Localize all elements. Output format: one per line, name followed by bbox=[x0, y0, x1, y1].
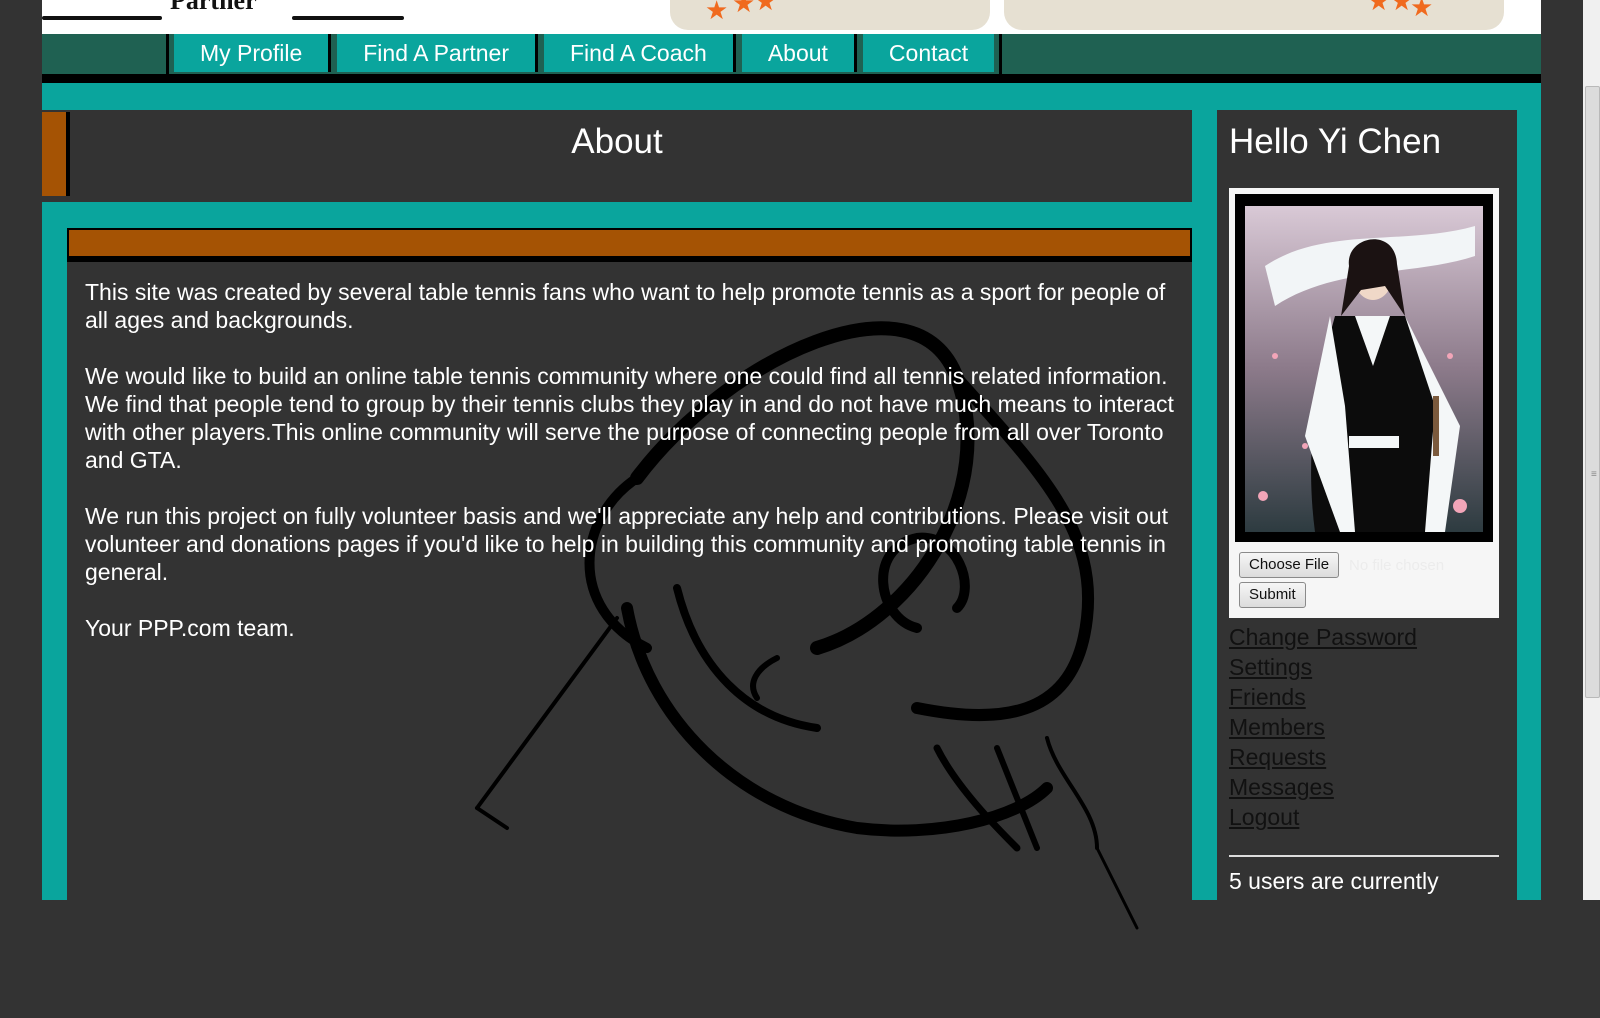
star-icon: ★ bbox=[732, 0, 756, 18]
site-logo-text: Partner bbox=[170, 0, 257, 15]
logout-link[interactable]: Logout bbox=[1229, 802, 1417, 832]
logo-underline-right bbox=[292, 16, 404, 20]
star-icon: ★ bbox=[754, 0, 778, 16]
nav-about[interactable]: About bbox=[741, 34, 857, 72]
avatar bbox=[1245, 206, 1483, 532]
nav-find-a-partner[interactable]: Find A Partner bbox=[337, 34, 538, 72]
requests-link[interactable]: Requests bbox=[1229, 742, 1417, 772]
about-paragraph-1: This site was created by several table t… bbox=[85, 279, 1166, 333]
about-signoff: Your PPP.com team. bbox=[85, 615, 295, 641]
nav-contact[interactable]: Contact bbox=[862, 34, 995, 72]
user-greeting: Hello Yi Chen bbox=[1229, 122, 1442, 161]
members-link[interactable]: Members bbox=[1229, 712, 1417, 742]
avatar-frame bbox=[1235, 194, 1493, 542]
scrollbar-thumb[interactable]: ≡ bbox=[1585, 86, 1600, 698]
settings-link[interactable]: Settings bbox=[1229, 652, 1417, 682]
online-users-text: 5 users are currently bbox=[1229, 868, 1439, 894]
account-links: Change Password Settings Friends Members… bbox=[1229, 622, 1417, 832]
file-status-text: No file chosen bbox=[1349, 557, 1445, 574]
about-content-panel: This site was created by several table t… bbox=[67, 228, 1192, 930]
messages-link[interactable]: Messages bbox=[1229, 772, 1417, 802]
change-password-link[interactable]: Change Password bbox=[1229, 622, 1417, 652]
submit-button[interactable]: Submit bbox=[1239, 582, 1306, 608]
star-icon: ★ bbox=[1410, 0, 1434, 22]
content-header-bar bbox=[67, 228, 1192, 262]
header-banner: Partner ★ ★ ★ ★ ★ ★ bbox=[42, 0, 1541, 34]
about-paragraph-3: We run this project on fully volunteer b… bbox=[85, 503, 1169, 585]
main-nav: My Profile Find A Partner Find A Coach A… bbox=[42, 34, 1541, 83]
about-text: This site was created by several table t… bbox=[85, 278, 1175, 670]
vertical-scrollbar[interactable]: ≡ bbox=[1583, 0, 1600, 900]
choose-file-button[interactable]: Choose File bbox=[1239, 552, 1340, 578]
sidebar-divider bbox=[1229, 855, 1499, 857]
page-title: About bbox=[571, 122, 663, 161]
profile-photo-card: Choose File No file chosen Submit bbox=[1229, 188, 1499, 618]
about-paragraph-2: We would like to build an online table t… bbox=[85, 363, 1174, 473]
friends-link[interactable]: Friends bbox=[1229, 682, 1417, 712]
page-title-box: About bbox=[42, 110, 1192, 202]
star-icon: ★ bbox=[705, 0, 729, 25]
nav-find-a-coach[interactable]: Find A Coach bbox=[544, 34, 736, 72]
nav-my-profile[interactable]: My Profile bbox=[174, 34, 332, 72]
user-sidebar: Hello Yi Chen Choose File No file chosen… bbox=[1217, 110, 1517, 910]
logo-underline-left bbox=[42, 16, 162, 20]
page-container: Partner ★ ★ ★ ★ ★ ★ My Profile Find A Pa… bbox=[42, 0, 1541, 930]
grip-icon: ≡ bbox=[1591, 469, 1597, 480]
star-icon: ★ bbox=[1367, 0, 1391, 16]
